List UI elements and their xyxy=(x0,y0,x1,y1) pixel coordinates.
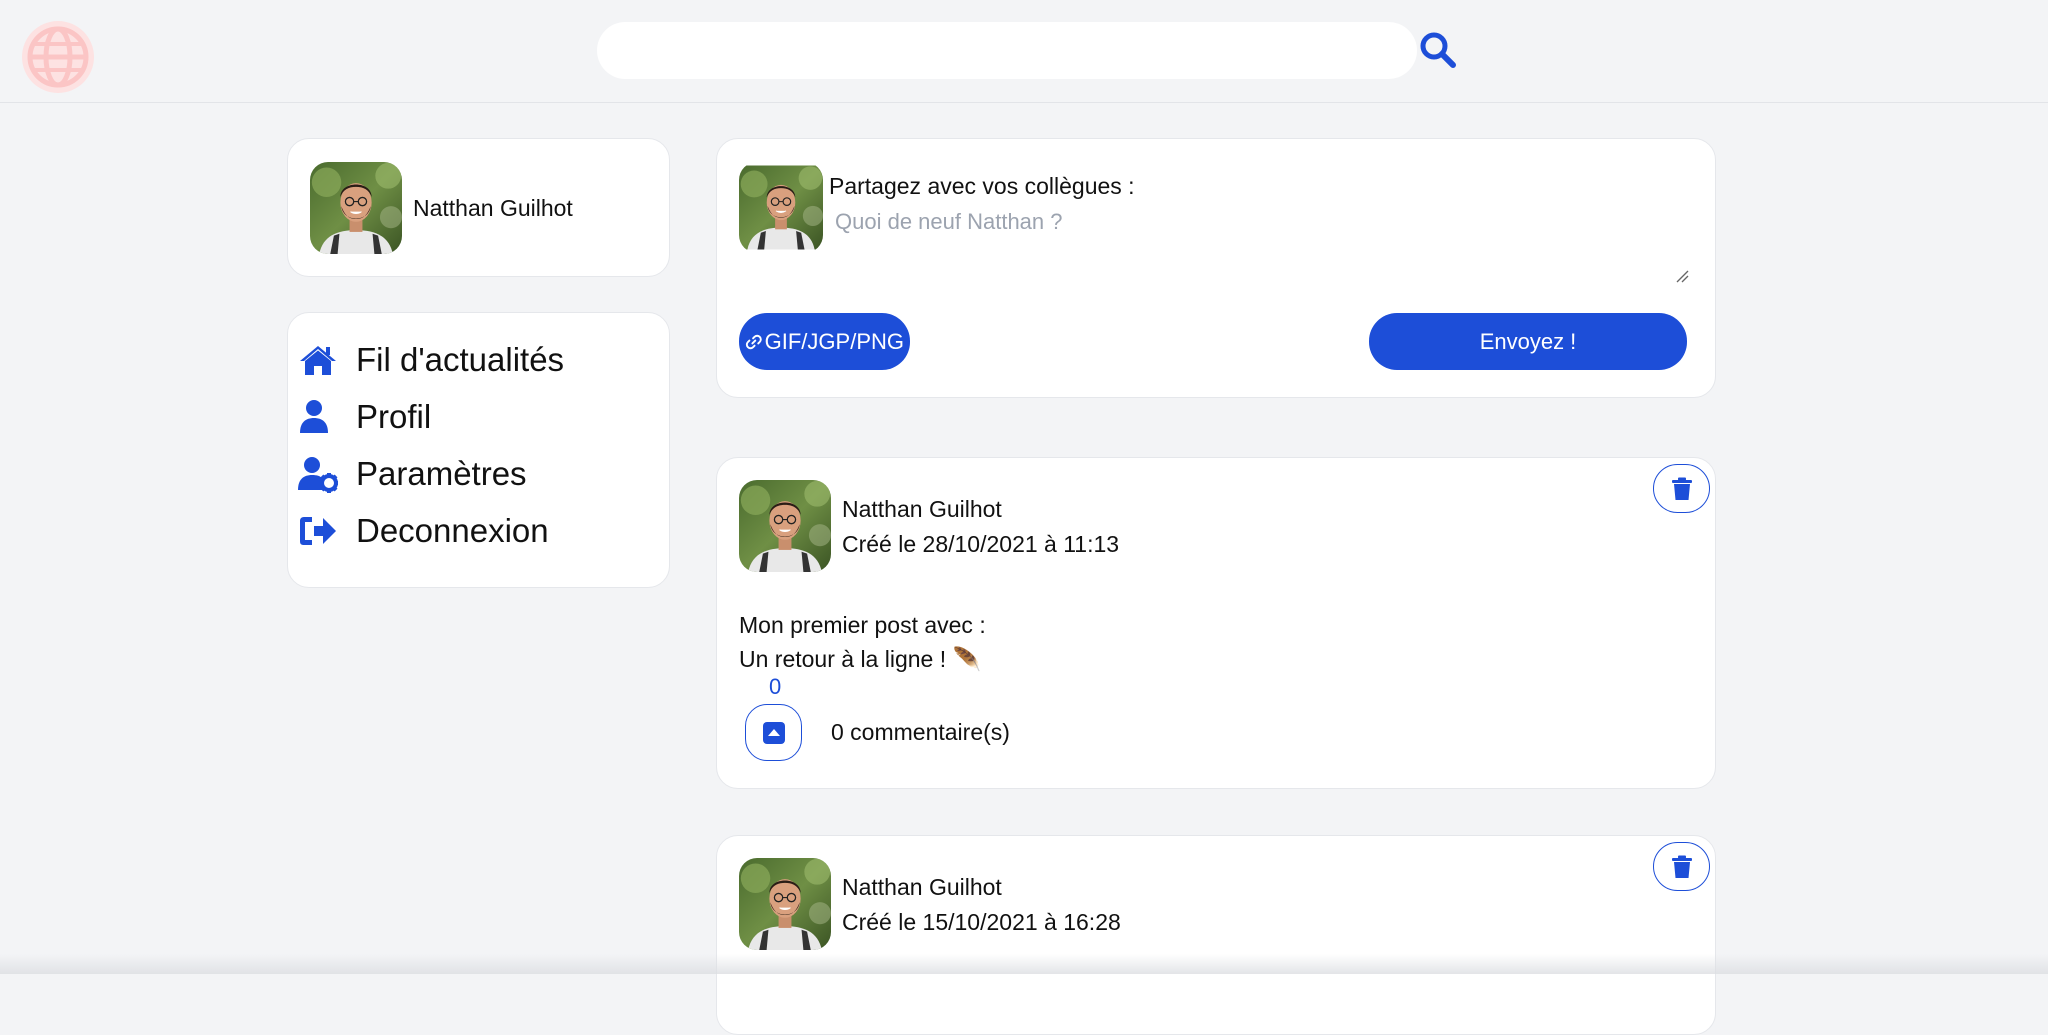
like-count: 0 xyxy=(769,674,782,699)
home-icon xyxy=(300,346,336,375)
nav-label: Deconnexion xyxy=(356,512,549,549)
caret-square-up-icon xyxy=(762,721,785,744)
attach-image-button[interactable]: GIF/JGP/PNG xyxy=(739,313,910,370)
post-author[interactable]: Natthan Guilhot xyxy=(842,874,1002,901)
search-input[interactable] xyxy=(597,22,1417,79)
post-content: Mon premier post avec : Un retour à la l… xyxy=(739,608,986,676)
delete-post-button[interactable] xyxy=(1653,842,1710,891)
post-text-line: Un retour à la ligne ! 🪶 xyxy=(739,646,982,672)
search-icon xyxy=(1420,32,1456,68)
nav-item-profile[interactable]: Profil xyxy=(298,392,658,442)
avatar xyxy=(739,162,823,253)
trash-icon xyxy=(1671,855,1692,878)
comments-link[interactable]: 0 commentaire(s) xyxy=(831,719,1010,746)
nav-label: Profil xyxy=(356,398,432,435)
upvote-button[interactable] xyxy=(745,704,802,761)
post-date: Créé le 28/10/2021 à 11:13 xyxy=(842,531,1120,557)
post-textarea[interactable] xyxy=(829,203,1701,285)
nav-label: Fil d'actualités xyxy=(356,341,565,378)
resize-handle-icon[interactable] xyxy=(1675,269,1689,283)
avatar[interactable] xyxy=(739,480,831,572)
nav-item-logout[interactable]: Deconnexion xyxy=(298,506,658,556)
user-name[interactable]: Natthan Guilhot xyxy=(413,195,573,222)
nav-label: Paramètres xyxy=(356,455,527,492)
post-author[interactable]: Natthan Guilhot xyxy=(842,496,1002,523)
logout-icon xyxy=(300,517,336,545)
post-card: Natthan Guilhot Créé le 28/10/2021 à 11:… xyxy=(716,457,1716,789)
composer-label: Partagez avec vos collègues : xyxy=(829,173,1135,199)
avatar[interactable] xyxy=(739,858,831,950)
nav-menu: Fil d'actualités Profil Paramètres Decon… xyxy=(287,312,670,588)
user-gear-icon xyxy=(298,457,338,493)
post-composer: Partagez avec vos collègues : GIF/JGP/PN… xyxy=(716,138,1716,398)
top-bar xyxy=(0,0,2048,103)
nav-item-feed[interactable]: Fil d'actualités xyxy=(298,335,658,385)
send-button[interactable]: Envoyez ! xyxy=(1369,313,1687,370)
avatar[interactable] xyxy=(310,162,402,254)
post-date: Créé le 15/10/2021 à 16:28 xyxy=(842,909,1121,935)
link-icon xyxy=(745,334,762,349)
send-label: Envoyez ! xyxy=(1479,328,1577,354)
delete-post-button[interactable] xyxy=(1653,464,1710,513)
nav-item-settings[interactable]: Paramètres xyxy=(298,449,658,499)
user-icon xyxy=(300,400,328,433)
trash-icon xyxy=(1671,477,1692,500)
post-card: Natthan Guilhot Créé le 15/10/2021 à 16:… xyxy=(716,835,1716,1035)
post-text-line: Mon premier post avec : xyxy=(739,612,986,638)
search-button[interactable] xyxy=(1418,30,1458,70)
user-card: Natthan Guilhot xyxy=(287,138,670,277)
attach-label: GIF/JGP/PNG xyxy=(764,328,904,354)
globe-icon[interactable] xyxy=(20,19,96,95)
